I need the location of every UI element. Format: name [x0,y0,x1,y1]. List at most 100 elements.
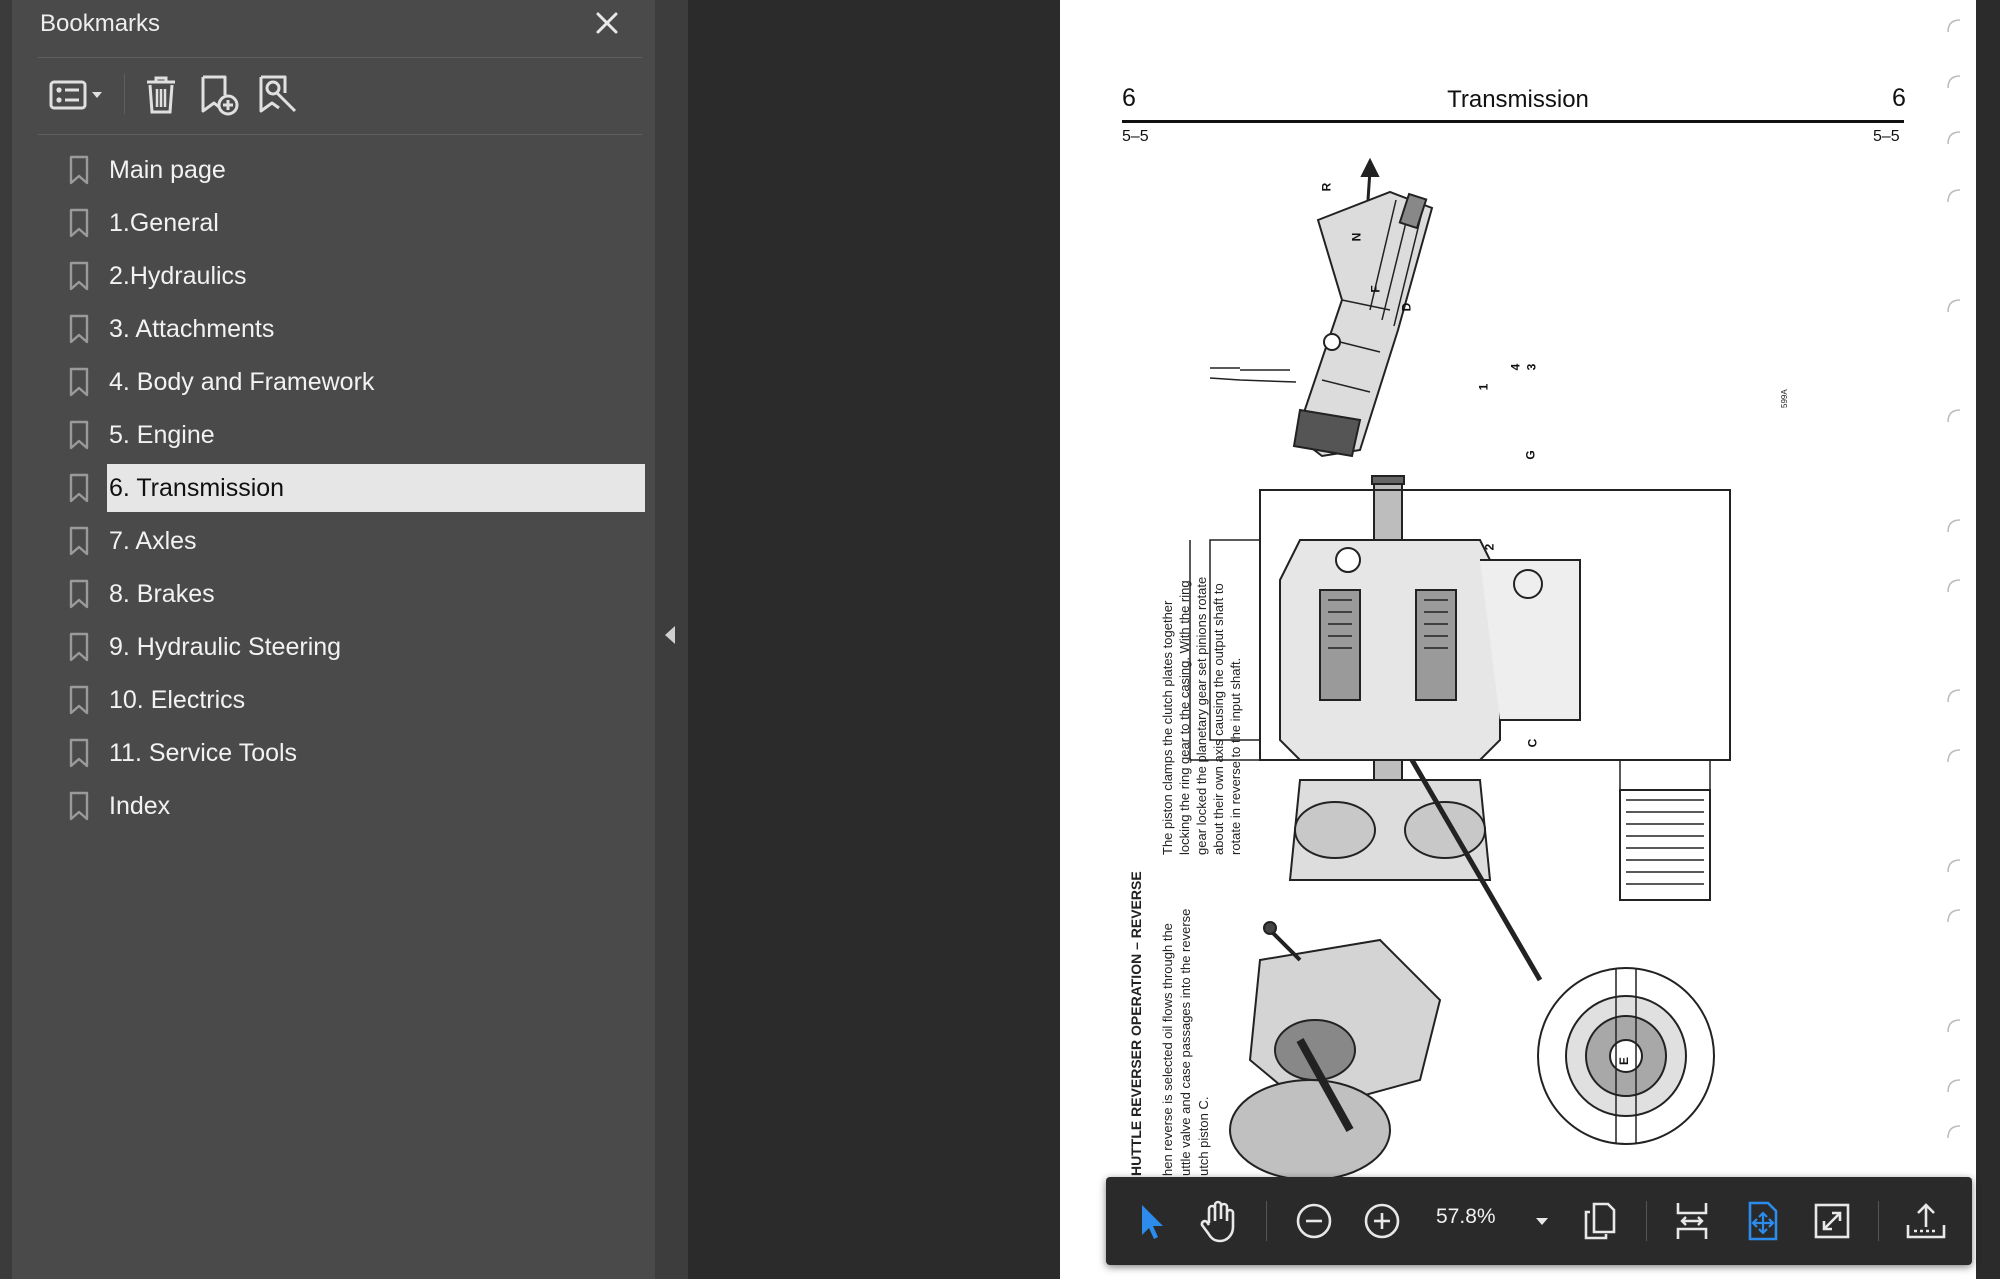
body-line: about their own axis causing the output … [1211,583,1226,855]
bookmark-icon [69,367,89,397]
bookmarks-title: Bookmarks [40,10,161,37]
bookmark-label: 7. Axles [109,527,197,555]
left-gutter [0,0,12,1279]
figure-callout-label: N [1349,232,1364,242]
bookmark-icon [69,685,89,715]
bookmarks-header: Bookmarks [12,0,655,46]
zoom-out-icon [1296,1203,1332,1239]
bookmark-icon [69,155,89,185]
bookmark-icon [69,473,89,503]
bookmark-item[interactable]: 2.Hydraulics [12,251,655,301]
toolbar-divider [1266,1201,1267,1241]
hand-icon [1200,1200,1235,1243]
bookmark-icon [69,791,89,821]
close-panel-button[interactable] [590,6,624,40]
add-bookmark-button[interactable] [194,72,244,118]
figure-callout-label: D [1399,302,1414,312]
figure-callout-label: G [1523,450,1538,460]
toolbar-divider [1646,1201,1647,1241]
zoom-out-button[interactable] [1286,1193,1342,1249]
panel-collapse-splitter[interactable] [655,0,688,1279]
bookmark-label: Index [109,792,171,820]
body-line: locking the ring gear to the casing. Wit… [1177,580,1192,855]
bookmark-options-button[interactable] [48,72,108,118]
bookmark-item[interactable]: 11. Service Tools [12,728,655,778]
zoom-level[interactable]: 57.8% [1436,1205,1496,1229]
header-divider [38,57,642,58]
bookmark-icon [69,261,89,291]
select-tool-button[interactable] [1122,1193,1178,1249]
bookmark-label: 9. Hydraulic Steering [109,633,342,661]
bookmark-icon [69,579,89,609]
figure-reference: 599A [1780,389,1789,408]
zoom-in-button[interactable] [1354,1193,1410,1249]
page-navigation-toolbar: 57.8% [1106,1177,1972,1265]
bookmark-item[interactable]: Index [12,781,655,831]
find-bookmark-icon [259,75,297,113]
bookmark-item[interactable]: 6. Transmission [12,463,655,513]
figure-callout-label: 1 [1476,383,1491,391]
bookmarks-toolbar [38,64,642,126]
bookmark-label: 11. Service Tools [109,739,298,767]
fullscreen-button[interactable] [1804,1193,1860,1249]
body-line: gear locked the planetary gear set pinio… [1194,576,1209,855]
toolbar-divider [124,74,125,114]
zoom-dropdown-button[interactable] [1524,1203,1560,1239]
bookmark-item[interactable]: 5. Engine [12,410,655,460]
bookmark-icon [69,632,89,662]
select-arrow-icon [1142,1205,1163,1239]
bookmark-icon [69,738,89,768]
bookmark-item[interactable]: 1.General [12,198,655,248]
bookmark-item[interactable]: 10. Electrics [12,675,655,725]
page-thumbnails-icon [1584,1202,1616,1240]
page-thumbnails-button[interactable] [1572,1193,1628,1249]
bookmark-icon [69,526,89,556]
figure-callout-label: E [1617,1056,1632,1066]
pdf-page: 6 6 Transmission 5–5 5–5 HUTTLE REVERSER… [1060,0,1976,1279]
figure-callout-label: R [1319,182,1334,192]
body-line: rotate in reverse to the input shaft. [1228,657,1243,855]
find-bookmark-button[interactable] [252,72,302,118]
bookmark-label: Main page [109,156,226,184]
toolbar-divider [1878,1201,1879,1241]
chevron-down-icon [1536,1218,1548,1225]
figure-callout-label: 3 [1524,363,1539,371]
bookmarks-panel: Bookmarks Main page 1.General 2.Hydrauli… [12,0,655,1279]
bookmark-item[interactable]: Main page [12,145,655,195]
bookmark-label: 1.General [109,209,219,237]
binder-marks [1947,19,1961,1139]
bookmark-label: 8. Brakes [109,580,215,608]
fit-page-button[interactable] [1734,1193,1790,1249]
cutaway-illustration [1229,921,1442,1181]
toolbar-bottom-divider [38,134,642,135]
body-line: uttle valve and case passages into the r… [1178,908,1193,1176]
bookmark-icon [69,208,89,238]
fit-width-icon [1676,1203,1708,1239]
bookmark-label: 10. Electrics [109,686,246,714]
bookmark-label: 6. Transmission [107,464,645,512]
body-line: utch piston C. [1196,1096,1211,1177]
fullscreen-icon [1814,1203,1850,1239]
bookmark-icon [69,314,89,344]
zoom-in-icon [1364,1203,1400,1239]
sectional-view [1189,475,1731,982]
figure-callout-label: 2 [1482,543,1497,551]
delete-bookmark-button[interactable] [138,72,184,118]
bookmark-item[interactable]: 9. Hydraulic Steering [12,622,655,672]
bookmark-item[interactable]: 3. Attachments [12,304,655,354]
trash-icon [147,76,175,114]
bookmark-icon [69,420,89,450]
list-options-icon [49,80,102,110]
share-button[interactable] [1898,1193,1954,1249]
close-icon [596,12,618,34]
collapse-arrow-icon [665,626,675,644]
scroll-track[interactable] [1976,0,2000,1279]
bookmark-label: 4. Body and Framework [109,368,375,396]
bookmark-item[interactable]: 4. Body and Framework [12,357,655,407]
fit-page-icon [1748,1201,1778,1241]
bookmark-item[interactable]: 8. Brakes [12,569,655,619]
bookmark-item[interactable]: 7. Axles [12,516,655,566]
bookmark-label: 2.Hydraulics [109,262,247,290]
hand-tool-button[interactable] [1190,1193,1246,1249]
fit-width-button[interactable] [1664,1193,1720,1249]
